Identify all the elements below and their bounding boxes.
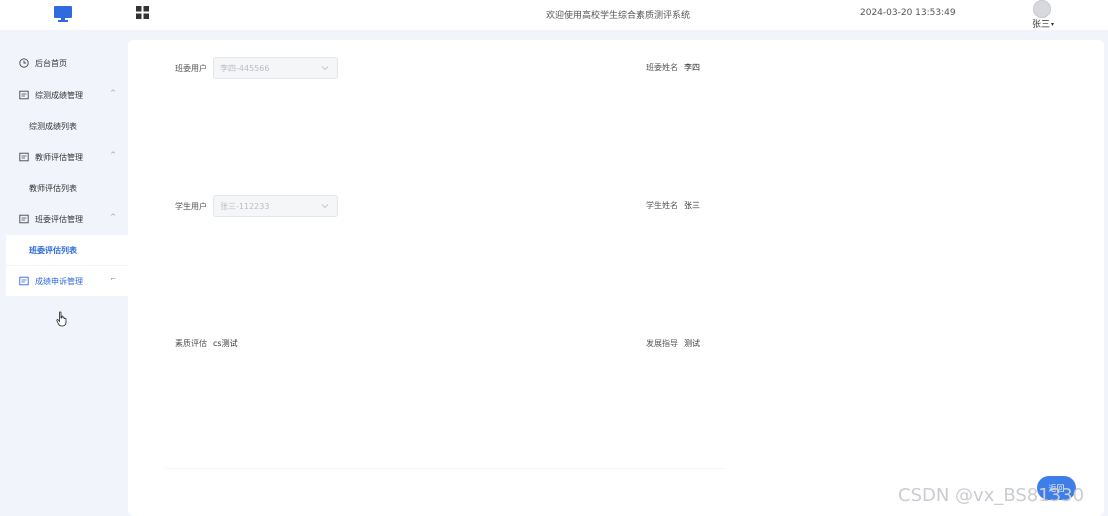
chevron-up-icon: ^ bbox=[110, 89, 116, 97]
quality-eval-value: cs测试 bbox=[213, 339, 238, 348]
student-name-label: 学生姓名 bbox=[646, 201, 678, 210]
sidebar-item-class-eval-list[interactable]: 班委评估列表 bbox=[6, 235, 128, 265]
monitor-icon[interactable] bbox=[53, 5, 73, 23]
guidance-label: 发展指导 bbox=[646, 339, 678, 348]
sidebar-item-home[interactable]: 后台首页 bbox=[6, 48, 128, 78]
class-name-value: 李四 bbox=[684, 63, 700, 72]
student-user-field: 学生用户 张三-112233 bbox=[175, 195, 338, 217]
guidance-value: 测试 bbox=[684, 339, 700, 348]
sidebar: 后台首页 综测成绩管理 ^ 综测成绩列表 教师评估管理 ^ 教师评估列表 班委评… bbox=[0, 30, 128, 516]
sidebar-item-label: 后台首页 bbox=[35, 58, 67, 68]
sidebar-item-label: 综测成绩管理 bbox=[35, 90, 83, 100]
site-title: 欢迎使用高校学生综合素质测评系统 bbox=[546, 11, 691, 21]
clock-icon bbox=[19, 58, 29, 68]
hand-cursor-icon bbox=[56, 311, 67, 327]
watermark-text: CSDN @vx_BS81330 bbox=[898, 485, 1085, 506]
student-name-field: 学生姓名 张三 bbox=[646, 200, 700, 211]
sidebar-item-label: 班委评估列表 bbox=[29, 245, 77, 255]
sidebar-item-label: 班委评估管理 bbox=[35, 214, 83, 224]
form-icon bbox=[19, 276, 29, 286]
form-icon bbox=[19, 90, 29, 100]
form-icon bbox=[19, 152, 29, 162]
class-user-label: 班委用户 bbox=[175, 63, 207, 73]
student-user-value: 张三-112233 bbox=[220, 201, 270, 211]
sidebar-item-label: 综测成绩列表 bbox=[29, 121, 77, 131]
guidance-field: 发展指导 测试 bbox=[646, 338, 700, 349]
sidebar-item-score-management[interactable]: 综测成绩管理 ^ bbox=[6, 80, 128, 110]
top-bar: 欢迎使用高校学生综合素质测评系统 2024-03-20 13:53:49 张三▾ bbox=[0, 0, 1108, 30]
username-label: 张三 bbox=[1032, 20, 1051, 30]
class-user-field: 班委用户 李四-445566 bbox=[175, 57, 338, 79]
sidebar-item-teacher-eval-management[interactable]: 教师评估管理 ^ bbox=[6, 142, 128, 172]
student-user-label: 学生用户 bbox=[175, 201, 207, 211]
chevron-down-icon: ▾ bbox=[1051, 21, 1055, 28]
sidebar-item-label: 教师评估管理 bbox=[35, 152, 83, 162]
sidebar-item-appeal-management[interactable]: 成绩申诉管理 ⌐ bbox=[6, 266, 128, 296]
main-panel bbox=[128, 40, 1104, 516]
quality-eval-label: 素质评估 bbox=[175, 339, 207, 348]
class-name-field: 班委姓名 李四 bbox=[646, 62, 700, 73]
apps-grid-icon[interactable] bbox=[136, 6, 149, 19]
sidebar-item-label: 成绩申诉管理 bbox=[35, 276, 83, 286]
chevron-down-icon bbox=[321, 204, 329, 209]
sidebar-item-score-list[interactable]: 综测成绩列表 bbox=[6, 111, 128, 141]
loading-icon: ⌐ bbox=[110, 275, 116, 283]
sidebar-item-teacher-eval-list[interactable]: 教师评估列表 bbox=[6, 173, 128, 203]
user-avatar[interactable] bbox=[1033, 0, 1051, 18]
divider bbox=[165, 468, 725, 469]
quality-eval-field: 素质评估 cs测试 bbox=[175, 338, 238, 349]
student-name-value: 张三 bbox=[684, 201, 700, 210]
user-menu[interactable]: 张三▾ bbox=[1032, 17, 1054, 30]
sidebar-item-class-eval-management[interactable]: 班委评估管理 ^ bbox=[6, 204, 128, 234]
student-user-select[interactable]: 张三-112233 bbox=[213, 195, 338, 217]
form-icon bbox=[19, 214, 29, 224]
class-user-value: 李四-445566 bbox=[220, 63, 270, 73]
chevron-up-icon: ^ bbox=[110, 213, 116, 221]
chevron-down-icon bbox=[321, 66, 329, 71]
class-name-label: 班委姓名 bbox=[646, 63, 678, 72]
clock-text: 2024-03-20 13:53:49 bbox=[860, 8, 956, 18]
class-user-select[interactable]: 李四-445566 bbox=[213, 57, 338, 79]
chevron-up-icon: ^ bbox=[110, 151, 116, 159]
sidebar-item-label: 教师评估列表 bbox=[29, 183, 77, 193]
